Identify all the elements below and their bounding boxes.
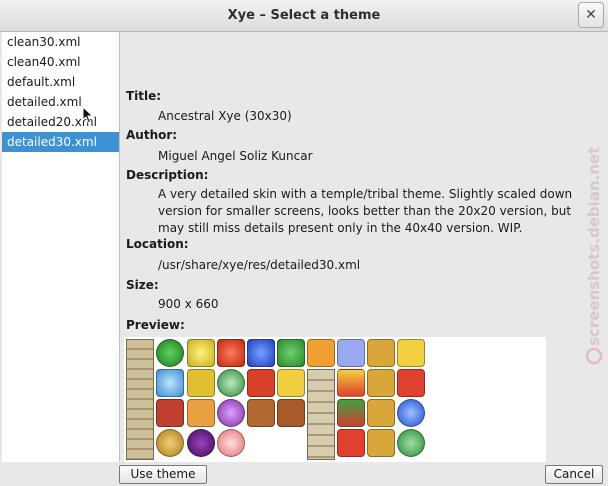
stone-wall-tile [307, 369, 335, 460]
totem-face-tile [247, 399, 275, 427]
gold-spiral-tile [367, 369, 395, 397]
yellow-star-tile [277, 369, 305, 397]
title-bar: Xye – Select a theme ✕ [0, 0, 608, 32]
theme-list-item[interactable]: clean40.xml [2, 52, 119, 72]
arrow-zigzag-tile [397, 339, 425, 367]
size-label: Size: [126, 278, 159, 292]
use-theme-button[interactable]: Use theme [119, 465, 207, 484]
theme-list-item[interactable]: detailed20.xml [2, 112, 119, 132]
brown-mask-tile [277, 399, 305, 427]
gold-gear-tile [156, 429, 184, 457]
location-value: /usr/share/xye/res/detailed30.xml [158, 258, 361, 272]
green-arrow-tile [397, 429, 425, 457]
theme-list-item[interactable]: clean30.xml [2, 32, 119, 52]
author-label: Author: [126, 128, 178, 142]
purple-flower-tile [217, 399, 245, 427]
theme-list[interactable]: clean30.xml clean40.xml default.xml deta… [2, 32, 120, 462]
patterned-block-tile [337, 399, 365, 427]
watermark-logo-icon [585, 347, 603, 365]
size-value: 900 x 660 [158, 297, 219, 311]
arrow-right-tile [307, 339, 335, 367]
red-spiral-tile [337, 429, 365, 457]
yellow-hexagon-tile [187, 369, 215, 397]
description-value: A very detailed skin with a temple/triba… [158, 187, 573, 235]
location-label: Location: [126, 237, 189, 251]
red-block-tile [217, 339, 245, 367]
green-block-tile [277, 339, 305, 367]
red-arrow-down-tile [397, 369, 425, 397]
author-value: Miguel Angel Soliz Kuncar [158, 149, 313, 163]
title-value: Ancestral Xye (30x30) [158, 109, 292, 123]
theme-list-item[interactable]: default.xml [2, 72, 119, 92]
preview-label: Preview: [126, 318, 185, 332]
theme-list-item[interactable]: detailed.xml [2, 92, 119, 112]
mouse-pointer-icon [82, 106, 94, 124]
gold-spiral-tile [367, 429, 395, 457]
arrow-down-tile [337, 339, 365, 367]
red-triangle-tile [247, 369, 275, 397]
cancel-button[interactable]: Cancel [545, 465, 603, 484]
theme-list-item-selected[interactable]: detailed30.xml [2, 132, 119, 152]
cross-tile [187, 399, 215, 427]
gold-spiral-tile [367, 339, 395, 367]
window-title: Xye – Select a theme [227, 8, 381, 23]
pink-swirl-tile [217, 429, 245, 457]
blue-block-tile [247, 339, 275, 367]
close-button[interactable]: ✕ [578, 2, 604, 28]
watermark-text: screenshots.debian.net [585, 147, 603, 346]
green-ring-tile [217, 369, 245, 397]
green-gem-tile [156, 339, 184, 367]
gold-spiral-tile [367, 399, 395, 427]
purple-spiral-tile [187, 429, 215, 457]
blue-arrow-up-tile [397, 399, 425, 427]
theme-preview [124, 337, 546, 462]
red-yellow-totem-tile [337, 369, 365, 397]
pillar-tile [126, 339, 154, 460]
close-icon: ✕ [585, 7, 597, 23]
watermark: screenshots.debian.net [585, 147, 603, 365]
blue-diamond-tile [156, 369, 184, 397]
description-label: Description: [126, 168, 209, 182]
title-label: Title: [126, 89, 162, 103]
red-mask-tile [156, 399, 184, 427]
yellow-block-tile [187, 339, 215, 367]
